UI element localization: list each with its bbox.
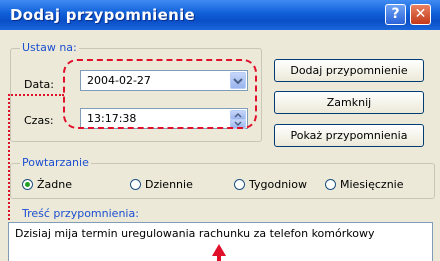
radio-button[interactable] bbox=[325, 179, 336, 190]
annotation-arrow-stem bbox=[217, 255, 221, 261]
time-label: Czas: bbox=[24, 114, 54, 127]
dialog-window: Dodaj przypomnienie ? ✕ Ustaw na: Data: … bbox=[0, 0, 440, 261]
reminder-text: Dzisiaj mija termin uregulowania rachunk… bbox=[15, 227, 375, 240]
close-icon: ✕ bbox=[414, 6, 427, 22]
radio-button[interactable] bbox=[22, 179, 33, 190]
radio-label: Miesięcznie bbox=[340, 178, 404, 191]
help-button[interactable]: ? bbox=[385, 4, 406, 25]
date-label: Data: bbox=[24, 78, 54, 91]
repeat-legend: Powtarzanie bbox=[20, 156, 91, 169]
set-on-legend: Ustaw na: bbox=[20, 41, 79, 54]
radio-label: Dziennie bbox=[145, 178, 193, 191]
show-reminders-button[interactable]: Pokaż przypomnienia bbox=[274, 124, 424, 147]
content-legend: Treść przypomnienia: bbox=[20, 207, 141, 220]
window-title: Dodaj przypomnienie bbox=[10, 6, 195, 24]
radio-label: Tygodniow bbox=[249, 178, 307, 191]
help-icon: ? bbox=[391, 6, 400, 22]
title-bar[interactable]: Dodaj przypomnienie ? ✕ bbox=[0, 0, 440, 30]
close-button[interactable]: Zamknij bbox=[274, 91, 424, 114]
annotation-highlight bbox=[63, 59, 257, 129]
radio-label: Żadne bbox=[37, 178, 72, 191]
annotation-connector bbox=[8, 94, 64, 96]
radio-button[interactable] bbox=[234, 179, 245, 190]
radio-dot bbox=[25, 182, 30, 187]
add-reminder-button[interactable]: Dodaj przypomnienie bbox=[274, 59, 424, 82]
radio-button[interactable] bbox=[130, 179, 141, 190]
close-window-button[interactable]: ✕ bbox=[410, 4, 431, 25]
